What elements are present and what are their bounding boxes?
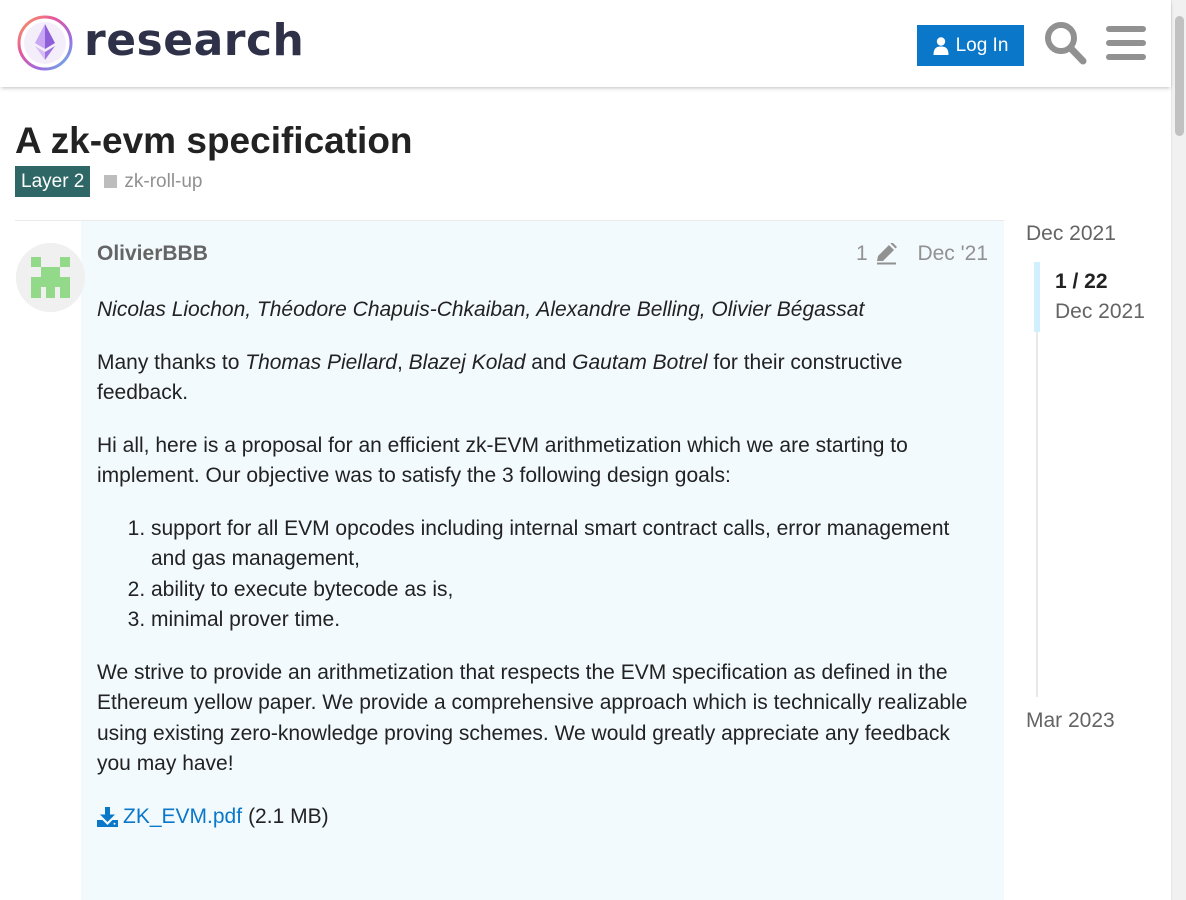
authors-line: Nicolas Liochon, Théodore Chapuis-Chkaib… [97,295,988,326]
category-badge[interactable]: Layer 2 [15,166,91,197]
post-content: Nicolas Liochon, Théodore Chapuis-Chkaib… [97,295,988,832]
attachment-size: (2.1 MB) [248,804,329,828]
timeline-scroller-handle[interactable] [1034,262,1040,332]
list-item: ability to execute bytecode as is, [151,575,988,606]
thanks-and: and [525,350,573,374]
edit-history-button[interactable]: 1 [856,242,898,266]
search-icon [1045,22,1087,65]
topic-title[interactable]: A zk-evm specification [15,120,413,162]
list-item: minimal prover time. [151,605,988,636]
acknowledgements: Many thanks to Thomas Piellard, Blazej K… [97,348,988,409]
search-button[interactable] [1043,20,1087,66]
thanks-prefix: Many thanks to [97,350,246,374]
identicon-avatar-icon [16,243,85,312]
pencil-icon [876,243,897,265]
hamburger-menu-icon [1106,26,1146,60]
thanks-sep: , [396,350,409,374]
tag-square-icon [104,175,118,188]
attachment-link[interactable]: ZK_EVM.pdf [97,802,242,833]
post-meta: OlivierBBB 1 Dec '21 [97,240,988,268]
attachment: ZK_EVM.pdf (2.1 MB) [97,802,988,833]
closing-paragraph: We strive to provide an arithmetization … [97,660,968,776]
topic-tags: Layer 2 zk-roll-up [15,166,203,197]
site-name: research [84,15,305,66]
download-icon [97,806,118,827]
timeline-position[interactable]: 1 / 22 [1055,270,1108,294]
scrollbar-thumb[interactable] [1175,16,1184,136]
user-icon [933,36,949,55]
thanks-name-1: Thomas Piellard [245,350,397,374]
avatar[interactable] [16,243,85,312]
intro-paragraph: Hi all, here is a proposal for an effici… [97,433,908,488]
post-username[interactable]: OlivierBBB [97,242,208,266]
attachment-name: ZK_EVM.pdf [123,804,243,828]
ethereum-logo-icon [17,15,73,71]
edit-count: 1 [856,242,868,265]
tag-label: zk-roll-up [124,170,203,192]
login-button[interactable]: Log In [917,25,1024,66]
login-label: Log In [955,34,1009,56]
authors: Nicolas Liochon, Théodore Chapuis-Chkaib… [97,298,865,321]
thanks-name-2: Blazej Kolad [408,350,526,374]
post-date[interactable]: Dec '21 [917,242,988,266]
site-logo[interactable]: research [16,14,304,72]
site-header: research Log In [0,0,1171,87]
timeline-start-date[interactable]: Dec 2021 [1026,222,1116,246]
thanks-name-3: Gautam Botrel [572,350,708,374]
page-scrollbar[interactable] [1171,0,1186,900]
hamburger-menu-button[interactable] [1106,24,1146,62]
tag-link[interactable]: zk-roll-up [104,170,203,193]
list-item: support for all EVM opcodes including in… [151,514,988,575]
design-goals-list: support for all EVM opcodes including in… [97,514,988,636]
timeline-end-date[interactable]: Mar 2023 [1026,709,1115,733]
timeline-position-date: Dec 2021 [1055,300,1145,323]
